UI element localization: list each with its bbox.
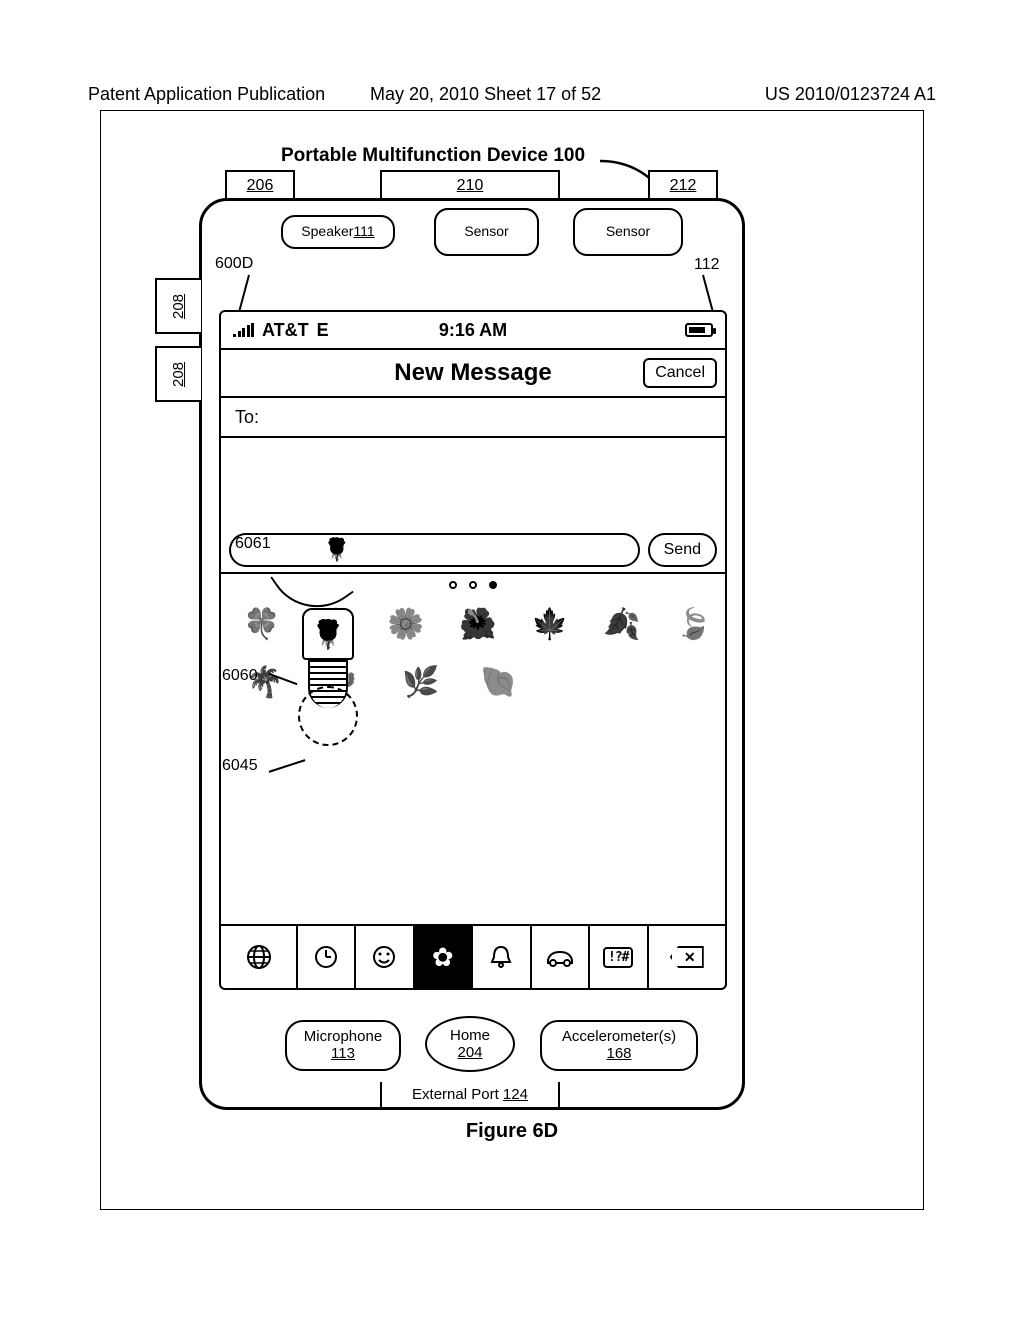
cancel-button[interactable]: Cancel (643, 358, 717, 388)
emoji-grid[interactable]: 🍀 🌻 🌼 🌺 🍁 🍂 🍃 🌴 🌵 🌿 🐚 (221, 596, 725, 704)
speaker-label: Speaker111 (281, 215, 395, 249)
ref-tab-210: 210 (380, 170, 560, 200)
flower-icon: ✿ (432, 942, 454, 973)
touchscreen[interactable]: AT&T E 9:16 AM New Message Cancel To: 🌹 … (219, 310, 727, 990)
nav-bar: New Message Cancel (221, 350, 725, 398)
ref-tab-206: 206 (225, 170, 295, 200)
callout-112: 112 (694, 256, 720, 274)
emoji-hibiscus[interactable]: 🌺 (459, 602, 497, 646)
smiley-icon (372, 945, 396, 969)
popup-rose-icon: 🌹 (302, 608, 354, 660)
category-places[interactable] (530, 926, 591, 988)
to-label: To: (235, 407, 259, 428)
header-pubnum: US 2010/0123724 A1 (765, 84, 936, 105)
emoji-herb[interactable]: 🌿 (399, 660, 443, 704)
callout-6060: 6060 (222, 667, 258, 685)
page-title: New Message (394, 359, 551, 387)
emoji-fallen-leaf[interactable]: 🍂 (603, 602, 641, 646)
category-symbols[interactable]: !?# (588, 926, 649, 988)
backspace-key[interactable]: ✕ (649, 926, 726, 988)
category-people[interactable] (354, 926, 415, 988)
header-publication: Patent Application Publication (88, 84, 325, 105)
car-icon (545, 947, 575, 967)
clock-icon (314, 945, 338, 969)
callout-6045: 6045 (222, 757, 258, 775)
callout-6061: 6061 (235, 535, 271, 553)
callout-600d: 600D (215, 255, 253, 273)
emoji-blossom[interactable]: 🌼 (387, 602, 425, 646)
send-button[interactable]: Send (648, 533, 717, 567)
category-recent[interactable] (296, 926, 357, 988)
globe-icon (246, 944, 272, 970)
category-objects[interactable] (471, 926, 532, 988)
bell-icon (489, 944, 513, 970)
header-sheet: May 20, 2010 Sheet 17 of 52 (370, 84, 601, 105)
emoji-maple-leaf[interactable]: 🍁 (531, 602, 569, 646)
optical-sensor-label-fixed: OpticalSensor 164 (434, 208, 539, 256)
home-button[interactable]: Home204 (425, 1016, 515, 1072)
globe-key[interactable] (221, 926, 298, 988)
battery-icon (685, 323, 713, 337)
page-dot-2[interactable] (469, 581, 477, 589)
category-nature[interactable]: ✿ (413, 926, 474, 988)
ref-tab-212: 212 (648, 170, 718, 200)
signal-icon (233, 323, 254, 337)
figure-caption: Figure 6D (0, 1120, 1024, 1143)
patent-figure-page: Patent Application Publication May 20, 2… (0, 0, 1024, 1320)
microphone-label: Microphone113 (285, 1020, 401, 1071)
proximity-sensor-label: ProximitySensor 166 (573, 208, 683, 256)
backspace-icon: ✕ (670, 946, 704, 968)
emoji-clover[interactable]: 🍀 (243, 602, 281, 646)
device-title: Portable Multifunction Device 100 (281, 145, 585, 167)
external-port-label: External Port 124 (380, 1082, 560, 1109)
status-bar: AT&T E 9:16 AM (221, 312, 725, 350)
page-dot-1[interactable] (449, 581, 457, 589)
emoji-leaves[interactable]: 🍃 (675, 602, 713, 646)
page-dot-3[interactable] (489, 581, 497, 589)
clock-label: 9:16 AM (439, 320, 507, 341)
accelerometer-label: Accelerometer(s)168 (540, 1020, 698, 1071)
ref-tab-208a: 208 (155, 278, 201, 334)
symbols-icon: !?# (603, 947, 633, 968)
carrier-label: AT&T (262, 320, 309, 341)
emoji-shell[interactable]: 🐚 (477, 660, 521, 704)
network-label: E (317, 320, 329, 341)
keyboard-category-bar: ✿ !?# ✕ (221, 924, 725, 988)
compose-area[interactable] (221, 438, 725, 528)
to-field[interactable]: To: (221, 398, 725, 438)
selection-indicator (298, 686, 358, 746)
ref-tab-208b: 208 (155, 346, 201, 402)
